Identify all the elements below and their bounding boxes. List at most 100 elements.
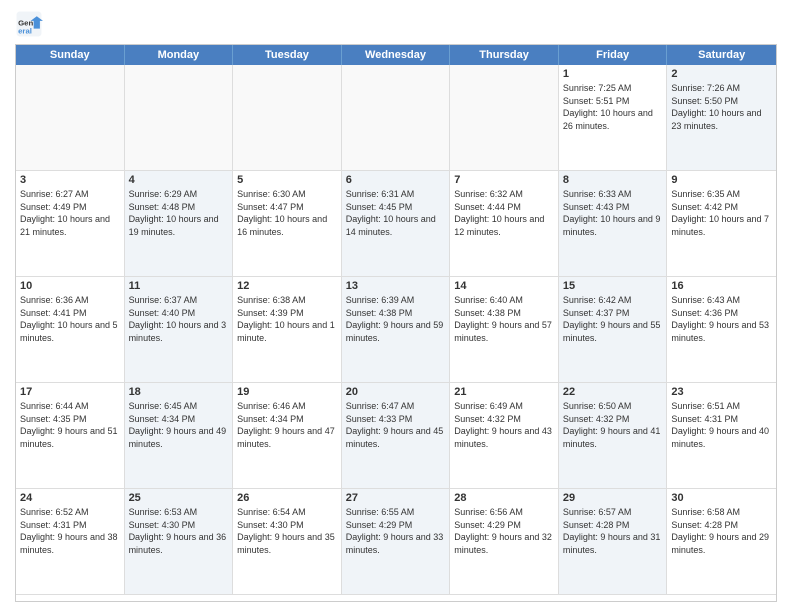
day-cell-22: 22 Sunrise: 6:50 AM Sunset: 4:32 PM Dayli… <box>559 383 668 489</box>
day-info: Sunrise: 6:29 AM Sunset: 4:48 PM Dayligh… <box>129 188 229 238</box>
day-cell-19: 19 Sunrise: 6:46 AM Sunset: 4:34 PM Dayli… <box>233 383 342 489</box>
logo: Gen eral <box>15 10 47 38</box>
day-number: 8 <box>563 174 663 186</box>
calendar-grid: 1 Sunrise: 7:25 AM Sunset: 5:51 PM Daylig… <box>16 65 776 595</box>
day-cell-25: 25 Sunrise: 6:53 AM Sunset: 4:30 PM Dayli… <box>125 489 234 595</box>
day-number: 1 <box>563 68 663 80</box>
day-info: Sunrise: 6:35 AM Sunset: 4:42 PM Dayligh… <box>671 188 772 238</box>
day-info: Sunrise: 6:53 AM Sunset: 4:30 PM Dayligh… <box>129 506 229 556</box>
day-number: 4 <box>129 174 229 186</box>
day-info: Sunrise: 6:58 AM Sunset: 4:28 PM Dayligh… <box>671 506 772 556</box>
day-info: Sunrise: 7:25 AM Sunset: 5:51 PM Dayligh… <box>563 82 663 132</box>
day-info: Sunrise: 6:37 AM Sunset: 4:40 PM Dayligh… <box>129 294 229 344</box>
header-day-tuesday: Tuesday <box>233 45 342 65</box>
page: Gen eral SundayMondayTuesdayWednesdayThu… <box>0 0 792 612</box>
day-number: 13 <box>346 280 446 292</box>
day-cell-6: 6Sunrise: 6:31 AM Sunset: 4:45 PM Daylig… <box>342 171 451 277</box>
logo-icon: Gen eral <box>15 10 43 38</box>
day-info: Sunrise: 6:36 AM Sunset: 4:41 PM Dayligh… <box>20 294 120 344</box>
day-cell-15: 15 Sunrise: 6:42 AM Sunset: 4:37 PM Dayli… <box>559 277 668 383</box>
day-cell-3: 3 Sunrise: 6:27 AM Sunset: 4:49 PM Daylig… <box>16 171 125 277</box>
header-day-wednesday: Wednesday <box>342 45 451 65</box>
day-cell-20: 20 Sunrise: 6:47 AM Sunset: 4:33 PM Dayli… <box>342 383 451 489</box>
day-cell-29: 29 Sunrise: 6:57 AM Sunset: 4:28 PM Dayli… <box>559 489 668 595</box>
day-number: 3 <box>20 174 120 186</box>
empty-cell <box>16 65 125 171</box>
day-info: Sunrise: 6:44 AM Sunset: 4:35 PM Dayligh… <box>20 400 120 450</box>
calendar: SundayMondayTuesdayWednesdayThursdayFrid… <box>15 44 777 602</box>
day-number: 2 <box>671 68 772 80</box>
day-info: Sunrise: 6:47 AM Sunset: 4:33 PM Dayligh… <box>346 400 446 450</box>
day-number: 14 <box>454 280 554 292</box>
day-number: 9 <box>671 174 772 186</box>
day-number: 10 <box>20 280 120 292</box>
day-info: Sunrise: 6:52 AM Sunset: 4:31 PM Dayligh… <box>20 506 120 556</box>
header-day-monday: Monday <box>125 45 234 65</box>
day-info: Sunrise: 6:56 AM Sunset: 4:29 PM Dayligh… <box>454 506 554 556</box>
day-number: 22 <box>563 386 663 398</box>
day-info: Sunrise: 6:38 AM Sunset: 4:39 PM Dayligh… <box>237 294 337 344</box>
day-info: Sunrise: 6:55 AM Sunset: 4:29 PM Dayligh… <box>346 506 446 556</box>
day-cell-1: 1 Sunrise: 7:25 AM Sunset: 5:51 PM Daylig… <box>559 65 668 171</box>
day-number: 18 <box>129 386 229 398</box>
day-info: Sunrise: 6:57 AM Sunset: 4:28 PM Dayligh… <box>563 506 663 556</box>
day-cell-16: 16 Sunrise: 6:43 AM Sunset: 4:36 PM Dayli… <box>667 277 776 383</box>
header-day-sunday: Sunday <box>16 45 125 65</box>
day-cell-13: 13 Sunrise: 6:39 AM Sunset: 4:38 PM Dayli… <box>342 277 451 383</box>
day-info: Sunrise: 6:42 AM Sunset: 4:37 PM Dayligh… <box>563 294 663 344</box>
day-cell-5: 5Sunrise: 6:30 AM Sunset: 4:47 PM Daylig… <box>233 171 342 277</box>
day-cell-28: 28 Sunrise: 6:56 AM Sunset: 4:29 PM Dayli… <box>450 489 559 595</box>
calendar-header: SundayMondayTuesdayWednesdayThursdayFrid… <box>16 45 776 65</box>
day-cell-21: 21Sunrise: 6:49 AM Sunset: 4:32 PM Dayli… <box>450 383 559 489</box>
day-number: 27 <box>346 492 446 504</box>
day-number: 20 <box>346 386 446 398</box>
day-cell-26: 26 Sunrise: 6:54 AM Sunset: 4:30 PM Dayli… <box>233 489 342 595</box>
header-day-thursday: Thursday <box>450 45 559 65</box>
day-cell-30: 30 Sunrise: 6:58 AM Sunset: 4:28 PM Dayli… <box>667 489 776 595</box>
day-number: 6 <box>346 174 446 186</box>
day-number: 19 <box>237 386 337 398</box>
day-info: Sunrise: 6:33 AM Sunset: 4:43 PM Dayligh… <box>563 188 663 238</box>
day-info: Sunrise: 6:51 AM Sunset: 4:31 PM Dayligh… <box>671 400 772 450</box>
day-cell-7: 7 Sunrise: 6:32 AM Sunset: 4:44 PM Daylig… <box>450 171 559 277</box>
day-cell-18: 18 Sunrise: 6:45 AM Sunset: 4:34 PM Dayli… <box>125 383 234 489</box>
day-info: Sunrise: 6:54 AM Sunset: 4:30 PM Dayligh… <box>237 506 337 556</box>
day-info: Sunrise: 6:32 AM Sunset: 4:44 PM Dayligh… <box>454 188 554 238</box>
empty-cell <box>342 65 451 171</box>
day-number: 28 <box>454 492 554 504</box>
day-info: Sunrise: 7:26 AM Sunset: 5:50 PM Dayligh… <box>671 82 772 132</box>
svg-text:eral: eral <box>18 26 32 35</box>
day-number: 24 <box>20 492 120 504</box>
day-number: 30 <box>671 492 772 504</box>
day-cell-24: 24 Sunrise: 6:52 AM Sunset: 4:31 PM Dayli… <box>16 489 125 595</box>
day-number: 16 <box>671 280 772 292</box>
day-info: Sunrise: 6:45 AM Sunset: 4:34 PM Dayligh… <box>129 400 229 450</box>
day-info: Sunrise: 6:39 AM Sunset: 4:38 PM Dayligh… <box>346 294 446 344</box>
day-cell-11: 11 Sunrise: 6:37 AM Sunset: 4:40 PM Dayli… <box>125 277 234 383</box>
day-cell-4: 4 Sunrise: 6:29 AM Sunset: 4:48 PM Daylig… <box>125 171 234 277</box>
empty-cell <box>125 65 234 171</box>
header: Gen eral <box>15 10 777 38</box>
day-info: Sunrise: 6:27 AM Sunset: 4:49 PM Dayligh… <box>20 188 120 238</box>
day-cell-17: 17 Sunrise: 6:44 AM Sunset: 4:35 PM Dayli… <box>16 383 125 489</box>
day-number: 15 <box>563 280 663 292</box>
day-cell-23: 23Sunrise: 6:51 AM Sunset: 4:31 PM Dayli… <box>667 383 776 489</box>
day-number: 7 <box>454 174 554 186</box>
day-number: 11 <box>129 280 229 292</box>
empty-cell <box>450 65 559 171</box>
day-number: 21 <box>454 386 554 398</box>
day-number: 25 <box>129 492 229 504</box>
day-number: 5 <box>237 174 337 186</box>
day-number: 29 <box>563 492 663 504</box>
day-cell-9: 9 Sunrise: 6:35 AM Sunset: 4:42 PM Daylig… <box>667 171 776 277</box>
day-number: 26 <box>237 492 337 504</box>
day-info: Sunrise: 6:43 AM Sunset: 4:36 PM Dayligh… <box>671 294 772 344</box>
day-number: 17 <box>20 386 120 398</box>
day-info: Sunrise: 6:46 AM Sunset: 4:34 PM Dayligh… <box>237 400 337 450</box>
empty-cell <box>233 65 342 171</box>
day-info: Sunrise: 6:50 AM Sunset: 4:32 PM Dayligh… <box>563 400 663 450</box>
day-info: Sunrise: 6:40 AM Sunset: 4:38 PM Dayligh… <box>454 294 554 344</box>
day-cell-27: 27 Sunrise: 6:55 AM Sunset: 4:29 PM Dayli… <box>342 489 451 595</box>
day-cell-14: 14 Sunrise: 6:40 AM Sunset: 4:38 PM Dayli… <box>450 277 559 383</box>
day-cell-2: 2 Sunrise: 7:26 AM Sunset: 5:50 PM Daylig… <box>667 65 776 171</box>
